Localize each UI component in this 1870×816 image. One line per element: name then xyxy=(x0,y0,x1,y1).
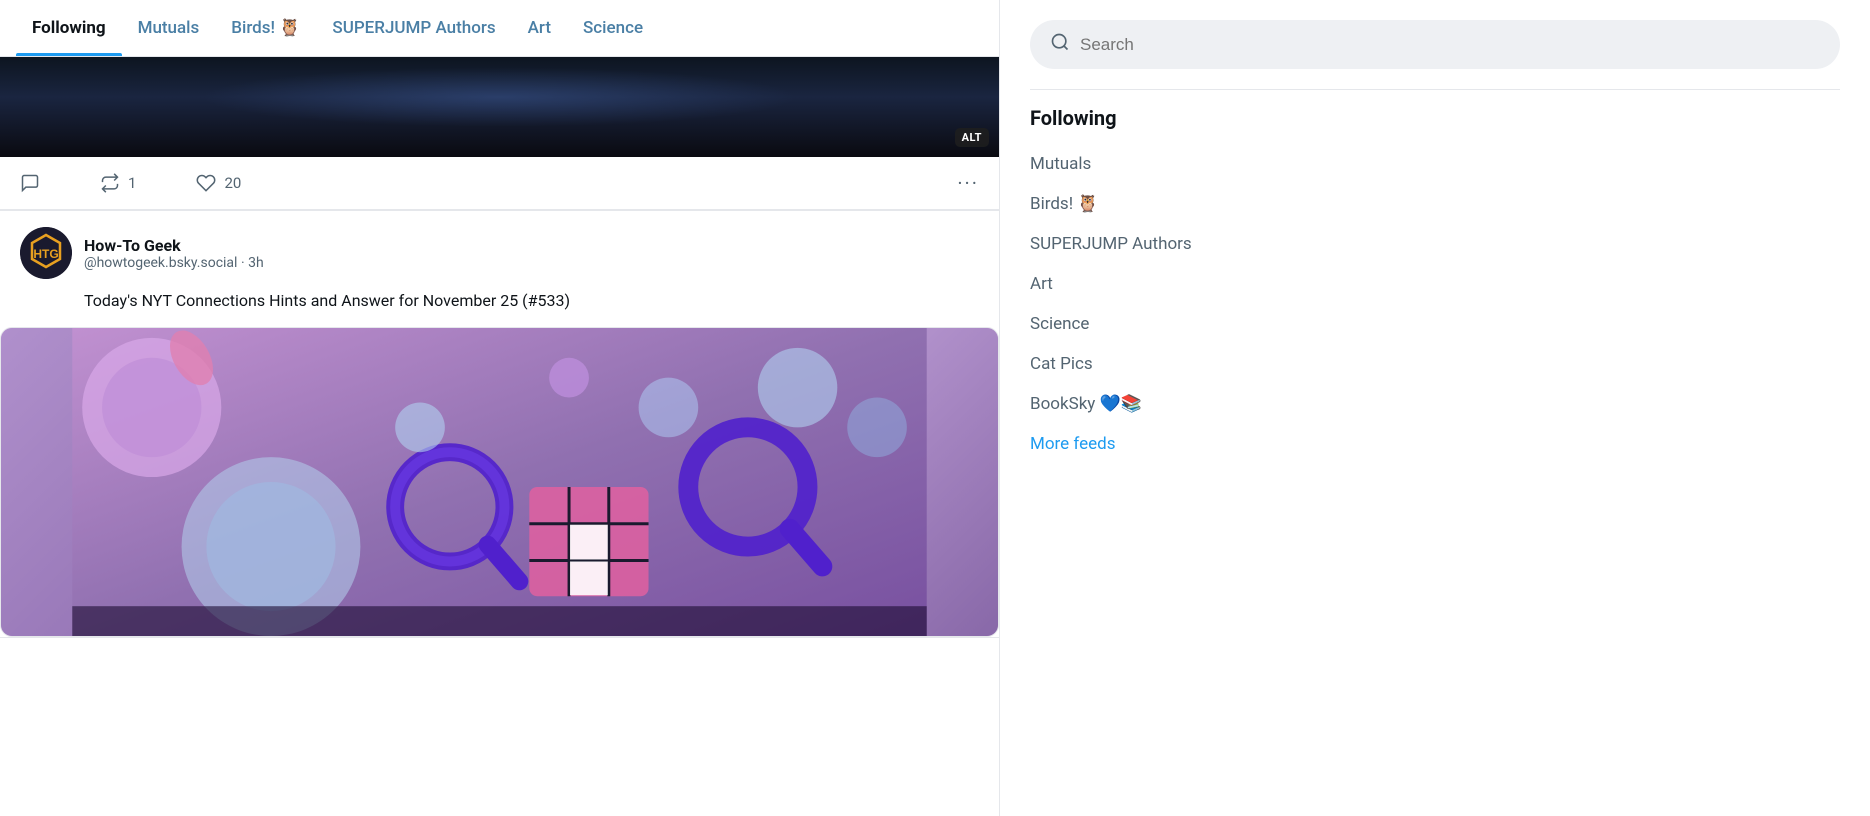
feed-item-science[interactable]: Science xyxy=(1030,304,1840,344)
search-input[interactable] xyxy=(1080,35,1820,55)
sidebar: Following Mutuals Birds! 🦉 SUPERJUMP Aut… xyxy=(1000,0,1870,816)
feed: ALT xyxy=(0,57,999,816)
puzzle-image-bg xyxy=(1,328,998,636)
repost-button[interactable]: 1 xyxy=(100,173,136,193)
feeds-section: Following Mutuals Birds! 🦉 SUPERJUMP Aut… xyxy=(1030,106,1840,464)
author-info: How-To Geek @howtogeek.bsky.social · 3h xyxy=(84,236,264,271)
tab-art[interactable]: Art xyxy=(512,0,567,56)
feed-item-mutuals[interactable]: Mutuals xyxy=(1030,144,1840,184)
post-text: Today's NYT Connections Hints and Answer… xyxy=(20,289,979,313)
tab-mutuals[interactable]: Mutuals xyxy=(122,0,216,56)
svg-text:HTG: HTG xyxy=(33,247,58,261)
more-options-button[interactable]: ··· xyxy=(957,171,979,195)
feeds-section-title: Following xyxy=(1030,106,1840,130)
feed-item-catpics[interactable]: Cat Pics xyxy=(1030,344,1840,384)
repost-count: 1 xyxy=(128,174,136,192)
post-image-puzzle[interactable] xyxy=(0,327,999,637)
tab-birds[interactable]: Birds! 🦉 xyxy=(215,0,316,56)
search-box[interactable] xyxy=(1030,20,1840,69)
feed-item-birds[interactable]: Birds! 🦉 xyxy=(1030,184,1840,224)
post-card-top: ALT xyxy=(0,57,999,211)
feed-item-superjump[interactable]: SUPERJUMP Authors xyxy=(1030,224,1840,264)
author-name[interactable]: How-To Geek xyxy=(84,236,264,255)
comment-icon xyxy=(20,173,40,193)
avatar[interactable]: HTG xyxy=(20,227,72,279)
like-count: 20 xyxy=(224,174,241,192)
heart-icon xyxy=(196,173,216,193)
feed-item-booksky[interactable]: BookSky 💙📚 xyxy=(1030,384,1840,424)
post-card-howtogeek: HTG How-To Geek @howtogeek.bsky.social ·… xyxy=(0,211,999,638)
repost-icon xyxy=(100,173,120,193)
author-row: HTG How-To Geek @howtogeek.bsky.social ·… xyxy=(20,227,979,279)
comment-button[interactable] xyxy=(20,173,40,193)
feed-item-art[interactable]: Art xyxy=(1030,264,1840,304)
alt-badge[interactable]: ALT xyxy=(955,128,989,147)
sidebar-divider xyxy=(1030,89,1840,90)
search-icon xyxy=(1050,32,1070,57)
more-feeds-link[interactable]: More feeds xyxy=(1030,424,1840,464)
post-content: HTG How-To Geek @howtogeek.bsky.social ·… xyxy=(0,211,999,313)
tab-superjump[interactable]: SUPERJUMP Authors xyxy=(316,0,511,56)
post-actions-top: 1 20 ··· xyxy=(0,157,999,210)
author-handle: @howtogeek.bsky.social · 3h xyxy=(84,255,264,271)
tab-science[interactable]: Science xyxy=(567,0,659,56)
tab-bar: Following Mutuals Birds! 🦉 SUPERJUMP Aut… xyxy=(0,0,999,57)
post-image-top: ALT xyxy=(0,57,999,157)
like-button[interactable]: 20 xyxy=(196,173,241,193)
tab-following[interactable]: Following xyxy=(16,0,122,56)
htg-logo-icon: HTG xyxy=(20,227,72,279)
